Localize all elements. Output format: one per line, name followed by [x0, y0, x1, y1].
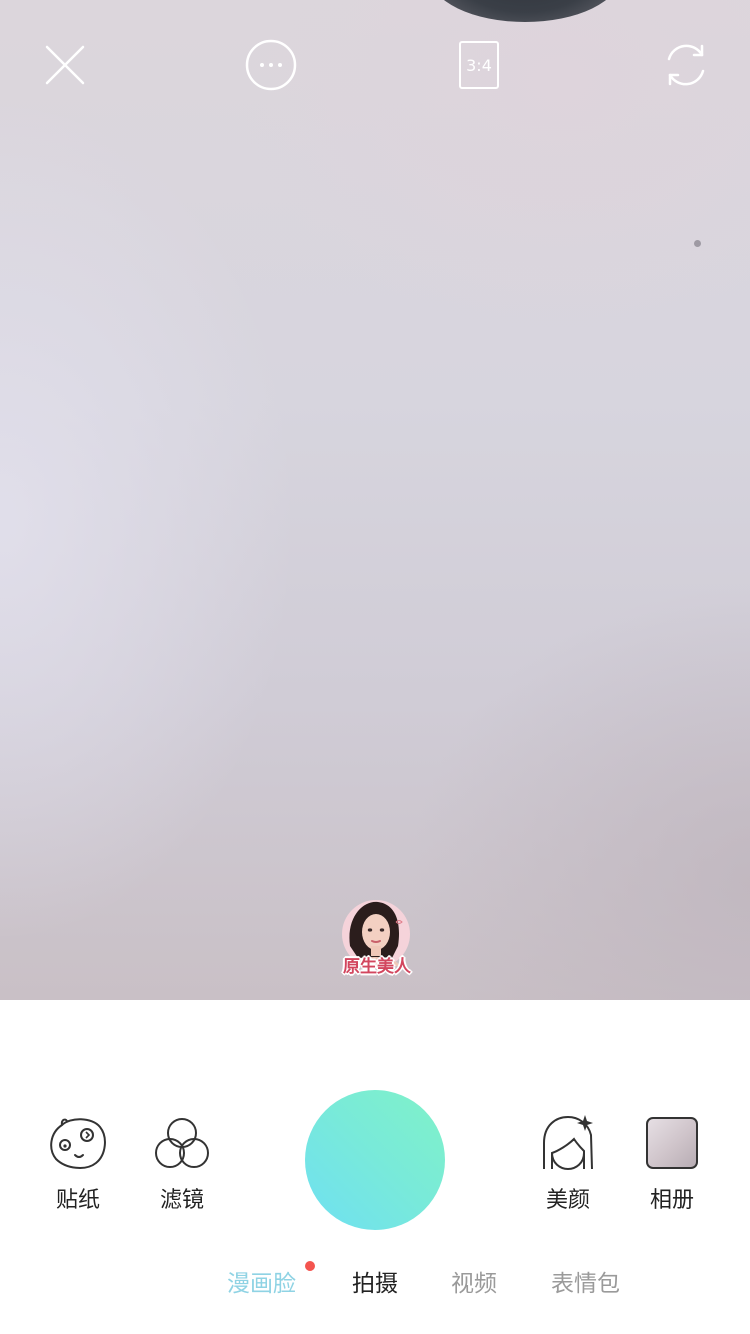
mode-emoji-pack[interactable]: 表情包 — [551, 1264, 620, 1298]
flip-camera-button[interactable] — [659, 38, 713, 92]
camera-viewfinder[interactable]: 3:4 原生美人 — [0, 0, 750, 1000]
mode-photo[interactable]: 拍摄 — [352, 1264, 398, 1298]
more-icon — [245, 39, 297, 91]
sticker-button[interactable]: 贴纸 — [38, 1112, 118, 1214]
beauty-effect-badge[interactable]: 原生美人 — [336, 896, 416, 980]
notification-dot — [305, 1261, 315, 1271]
album-thumbnail — [646, 1117, 698, 1169]
filter-button[interactable]: 滤镜 — [142, 1112, 222, 1214]
beauty-label: 美颜 — [545, 1188, 590, 1213]
shutter-button[interactable] — [305, 1090, 445, 1230]
sticker-label: 贴纸 — [55, 1188, 100, 1213]
badge-label: 原生美人 — [343, 957, 411, 977]
beauty-icon — [543, 1115, 593, 1171]
more-button[interactable] — [244, 38, 298, 92]
filter-icon — [155, 1118, 209, 1168]
aspect-ratio-icon: 3:4 — [459, 41, 499, 89]
close-button[interactable] — [38, 38, 92, 92]
album-label: 相册 — [649, 1188, 694, 1213]
sticker-icon — [50, 1118, 106, 1169]
background-object — [430, 0, 620, 22]
mode-manga-face[interactable]: 漫画脸 — [227, 1264, 296, 1298]
flip-camera-icon — [667, 44, 705, 86]
aspect-ratio-button[interactable]: 3:4 — [452, 38, 506, 92]
background-speck — [694, 240, 701, 247]
close-icon — [45, 45, 85, 85]
beauty-button[interactable]: 美颜 — [528, 1112, 608, 1214]
mode-video[interactable]: 视频 — [451, 1264, 497, 1298]
mode-selector[interactable]: 漫画脸 拍摄 视频 表情包 — [0, 1264, 750, 1298]
filter-label: 滤镜 — [159, 1188, 204, 1213]
album-button[interactable]: 相册 — [632, 1112, 712, 1214]
